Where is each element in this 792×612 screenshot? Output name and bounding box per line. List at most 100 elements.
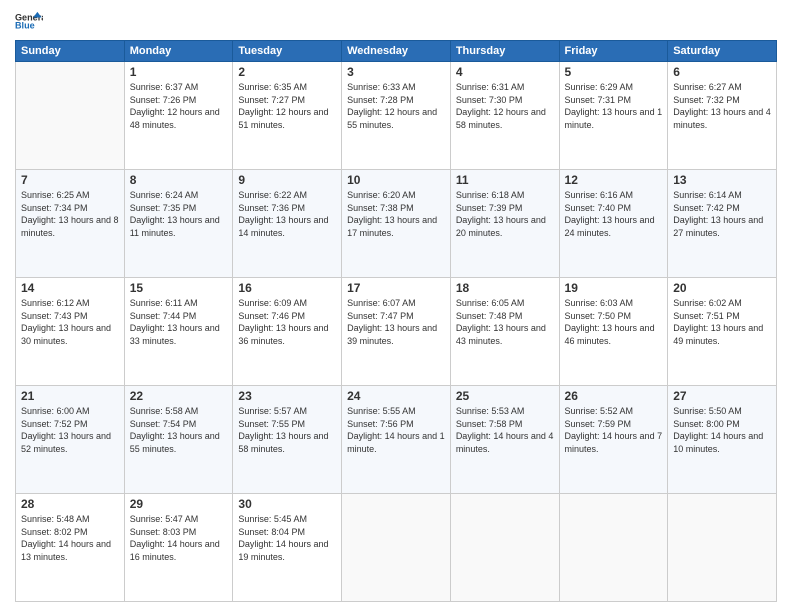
calendar-cell: 11 Sunrise: 6:18 AMSunset: 7:39 PMDayligh… (450, 170, 559, 278)
day-number: 1 (130, 65, 228, 79)
day-number: 22 (130, 389, 228, 403)
calendar-cell: 13 Sunrise: 6:14 AMSunset: 7:42 PMDayligh… (668, 170, 777, 278)
calendar-cell (559, 494, 668, 602)
day-number: 20 (673, 281, 771, 295)
calendar-cell: 28 Sunrise: 5:48 AMSunset: 8:02 PMDayligh… (16, 494, 125, 602)
day-info: Sunrise: 6:07 AMSunset: 7:47 PMDaylight:… (347, 297, 445, 347)
day-info: Sunrise: 6:29 AMSunset: 7:31 PMDaylight:… (565, 81, 663, 131)
day-info: Sunrise: 5:53 AMSunset: 7:58 PMDaylight:… (456, 405, 554, 455)
weekday-header-row: SundayMondayTuesdayWednesdayThursdayFrid… (16, 41, 777, 62)
day-info: Sunrise: 6:14 AMSunset: 7:42 PMDaylight:… (673, 189, 771, 239)
day-info: Sunrise: 6:33 AMSunset: 7:28 PMDaylight:… (347, 81, 445, 131)
day-number: 15 (130, 281, 228, 295)
calendar-cell (16, 62, 125, 170)
day-number: 3 (347, 65, 445, 79)
calendar-cell: 1 Sunrise: 6:37 AMSunset: 7:26 PMDaylight… (124, 62, 233, 170)
calendar-week-row: 1 Sunrise: 6:37 AMSunset: 7:26 PMDaylight… (16, 62, 777, 170)
day-info: Sunrise: 5:45 AMSunset: 8:04 PMDaylight:… (238, 513, 336, 563)
day-number: 21 (21, 389, 119, 403)
day-number: 28 (21, 497, 119, 511)
day-number: 5 (565, 65, 663, 79)
calendar-cell: 10 Sunrise: 6:20 AMSunset: 7:38 PMDayligh… (342, 170, 451, 278)
weekday-header-friday: Friday (559, 41, 668, 62)
day-info: Sunrise: 6:37 AMSunset: 7:26 PMDaylight:… (130, 81, 228, 131)
day-number: 10 (347, 173, 445, 187)
day-number: 8 (130, 173, 228, 187)
day-info: Sunrise: 6:02 AMSunset: 7:51 PMDaylight:… (673, 297, 771, 347)
day-info: Sunrise: 6:25 AMSunset: 7:34 PMDaylight:… (21, 189, 119, 239)
calendar-cell: 12 Sunrise: 6:16 AMSunset: 7:40 PMDayligh… (559, 170, 668, 278)
calendar-week-row: 7 Sunrise: 6:25 AMSunset: 7:34 PMDaylight… (16, 170, 777, 278)
calendar-table: SundayMondayTuesdayWednesdayThursdayFrid… (15, 40, 777, 602)
calendar-cell: 9 Sunrise: 6:22 AMSunset: 7:36 PMDaylight… (233, 170, 342, 278)
calendar-week-row: 14Sunrise: 6:12 AMSunset: 7:43 PMDayligh… (16, 278, 777, 386)
day-info: Sunrise: 6:22 AMSunset: 7:36 PMDaylight:… (238, 189, 336, 239)
day-number: 24 (347, 389, 445, 403)
calendar-cell: 19 Sunrise: 6:03 AMSunset: 7:50 PMDayligh… (559, 278, 668, 386)
weekday-header-thursday: Thursday (450, 41, 559, 62)
svg-text:Blue: Blue (15, 21, 35, 31)
day-info: Sunrise: 6:09 AMSunset: 7:46 PMDaylight:… (238, 297, 336, 347)
day-info: Sunrise: 5:47 AMSunset: 8:03 PMDaylight:… (130, 513, 228, 563)
day-info: Sunrise: 5:58 AMSunset: 7:54 PMDaylight:… (130, 405, 228, 455)
day-number: 2 (238, 65, 336, 79)
calendar-week-row: 21 Sunrise: 6:00 AMSunset: 7:52 PMDayligh… (16, 386, 777, 494)
calendar-cell (668, 494, 777, 602)
day-number: 14 (21, 281, 119, 295)
calendar-cell: 25 Sunrise: 5:53 AMSunset: 7:58 PMDayligh… (450, 386, 559, 494)
day-info: Sunrise: 6:18 AMSunset: 7:39 PMDaylight:… (456, 189, 554, 239)
day-number: 11 (456, 173, 554, 187)
day-number: 23 (238, 389, 336, 403)
header: General Blue (15, 10, 777, 32)
day-info: Sunrise: 6:16 AMSunset: 7:40 PMDaylight:… (565, 189, 663, 239)
day-number: 9 (238, 173, 336, 187)
day-number: 12 (565, 173, 663, 187)
calendar-cell: 17 Sunrise: 6:07 AMSunset: 7:47 PMDayligh… (342, 278, 451, 386)
calendar-cell: 20 Sunrise: 6:02 AMSunset: 7:51 PMDayligh… (668, 278, 777, 386)
day-number: 18 (456, 281, 554, 295)
calendar-cell (450, 494, 559, 602)
weekday-header-sunday: Sunday (16, 41, 125, 62)
day-number: 26 (565, 389, 663, 403)
day-number: 25 (456, 389, 554, 403)
day-info: Sunrise: 6:20 AMSunset: 7:38 PMDaylight:… (347, 189, 445, 239)
calendar-cell: 4Sunrise: 6:31 AMSunset: 7:30 PMDaylight… (450, 62, 559, 170)
day-info: Sunrise: 5:57 AMSunset: 7:55 PMDaylight:… (238, 405, 336, 455)
calendar-cell: 2 Sunrise: 6:35 AMSunset: 7:27 PMDaylight… (233, 62, 342, 170)
day-number: 27 (673, 389, 771, 403)
day-info: Sunrise: 6:03 AMSunset: 7:50 PMDaylight:… (565, 297, 663, 347)
day-info: Sunrise: 5:55 AMSunset: 7:56 PMDaylight:… (347, 405, 445, 455)
logo: General Blue (15, 10, 43, 32)
day-info: Sunrise: 6:05 AMSunset: 7:48 PMDaylight:… (456, 297, 554, 347)
calendar-cell: 27 Sunrise: 5:50 AMSunset: 8:00 PMDayligh… (668, 386, 777, 494)
calendar-cell: 15Sunrise: 6:11 AMSunset: 7:44 PMDayligh… (124, 278, 233, 386)
calendar-cell: 30 Sunrise: 5:45 AMSunset: 8:04 PMDayligh… (233, 494, 342, 602)
day-number: 6 (673, 65, 771, 79)
calendar-cell: 5 Sunrise: 6:29 AMSunset: 7:31 PMDaylight… (559, 62, 668, 170)
calendar-cell: 21 Sunrise: 6:00 AMSunset: 7:52 PMDayligh… (16, 386, 125, 494)
day-info: Sunrise: 5:50 AMSunset: 8:00 PMDaylight:… (673, 405, 771, 455)
calendar-cell: 16 Sunrise: 6:09 AMSunset: 7:46 PMDayligh… (233, 278, 342, 386)
day-number: 17 (347, 281, 445, 295)
day-number: 16 (238, 281, 336, 295)
calendar-week-row: 28 Sunrise: 5:48 AMSunset: 8:02 PMDayligh… (16, 494, 777, 602)
day-number: 19 (565, 281, 663, 295)
day-info: Sunrise: 6:35 AMSunset: 7:27 PMDaylight:… (238, 81, 336, 131)
calendar-cell: 8 Sunrise: 6:24 AMSunset: 7:35 PMDaylight… (124, 170, 233, 278)
weekday-header-monday: Monday (124, 41, 233, 62)
calendar-cell: 14Sunrise: 6:12 AMSunset: 7:43 PMDayligh… (16, 278, 125, 386)
logo-icon: General Blue (15, 10, 43, 32)
day-info: Sunrise: 5:48 AMSunset: 8:02 PMDaylight:… (21, 513, 119, 563)
day-info: Sunrise: 6:27 AMSunset: 7:32 PMDaylight:… (673, 81, 771, 131)
day-info: Sunrise: 6:31 AMSunset: 7:30 PMDaylight:… (456, 81, 554, 131)
day-number: 30 (238, 497, 336, 511)
calendar-cell: 18 Sunrise: 6:05 AMSunset: 7:48 PMDayligh… (450, 278, 559, 386)
day-number: 13 (673, 173, 771, 187)
weekday-header-wednesday: Wednesday (342, 41, 451, 62)
calendar-cell: 6 Sunrise: 6:27 AMSunset: 7:32 PMDaylight… (668, 62, 777, 170)
day-info: Sunrise: 6:00 AMSunset: 7:52 PMDaylight:… (21, 405, 119, 455)
day-info: Sunrise: 6:24 AMSunset: 7:35 PMDaylight:… (130, 189, 228, 239)
weekday-header-tuesday: Tuesday (233, 41, 342, 62)
day-number: 7 (21, 173, 119, 187)
calendar-cell: 23 Sunrise: 5:57 AMSunset: 7:55 PMDayligh… (233, 386, 342, 494)
